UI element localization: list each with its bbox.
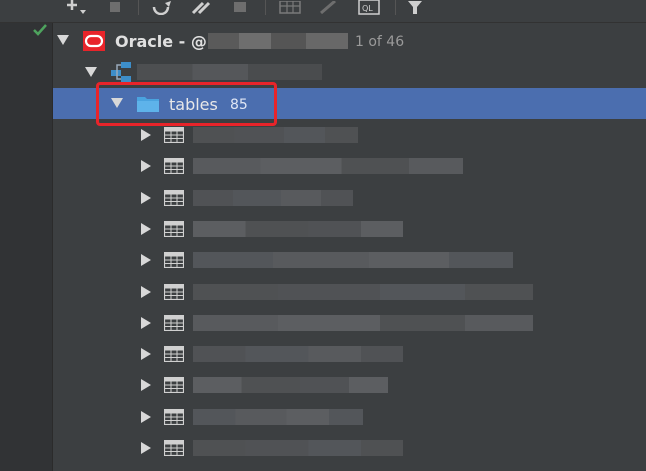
highlight-box: [96, 82, 277, 126]
table-row[interactable]: [53, 402, 646, 433]
table-row[interactable]: [53, 277, 646, 308]
redacted-table-name: [193, 127, 358, 143]
expand-arrow-icon[interactable]: [141, 410, 151, 423]
table-icon: [164, 314, 184, 331]
sql-console-icon[interactable]: QL: [356, 0, 382, 16]
redacted-table-name: [193, 314, 533, 331]
svg-text:QL: QL: [362, 4, 373, 13]
table-icon: [164, 220, 184, 237]
toolbar-separator: [265, 0, 266, 15]
table-icon: [164, 408, 184, 425]
table-row[interactable]: [53, 214, 646, 245]
duplicate-icon[interactable]: [104, 0, 124, 16]
redacted-schema-name: [137, 64, 322, 80]
stop-icon[interactable]: [230, 0, 250, 16]
table-icon: [164, 189, 184, 206]
schema-icon: [111, 62, 131, 82]
redacted-table-name: [193, 158, 463, 175]
expand-arrow-icon[interactable]: [141, 222, 151, 235]
table-row[interactable]: [53, 433, 646, 464]
redacted-table-name: [193, 283, 533, 300]
tree-node-connection[interactable]: Oracle - @ 1 of 46: [53, 25, 646, 56]
table-icon: [164, 127, 184, 143]
expand-arrow-icon[interactable]: [141, 191, 151, 204]
redacted-table-name: [193, 220, 403, 237]
oracle-icon: [83, 31, 105, 51]
expand-arrow-icon[interactable]: [141, 160, 151, 173]
table-icon: [164, 252, 184, 269]
table-row[interactable]: [53, 339, 646, 370]
schema-count: 1 of 46: [355, 34, 405, 50]
expand-arrow-icon[interactable]: [141, 316, 151, 329]
redacted-table-name: [193, 408, 363, 425]
expand-arrow-icon[interactable]: [141, 379, 151, 392]
toolbar-separator: [395, 0, 396, 15]
refresh-icon[interactable]: [150, 0, 172, 16]
table-icon: [164, 440, 184, 456]
left-gutter: [0, 23, 53, 471]
expand-arrow-icon[interactable]: [141, 442, 151, 454]
expand-arrow-icon[interactable]: [141, 254, 151, 267]
toolbar: QL: [0, 0, 646, 23]
expand-arrow-icon[interactable]: [141, 129, 151, 141]
redacted-table-name: [193, 252, 513, 269]
collapse-arrow-icon[interactable]: [85, 67, 97, 77]
edit-icon[interactable]: [316, 0, 340, 16]
table-row[interactable]: [53, 151, 646, 182]
expand-arrow-icon[interactable]: [141, 285, 151, 298]
redacted-table-name: [193, 440, 403, 456]
redacted-host: [208, 33, 348, 49]
redacted-table-name: [193, 377, 388, 394]
redacted-table-name: [193, 189, 353, 206]
collapse-arrow-icon[interactable]: [57, 35, 69, 45]
expand-arrow-icon[interactable]: [141, 348, 151, 361]
connection-name: Oracle - @: [115, 32, 207, 51]
settings-icon[interactable]: [188, 0, 214, 16]
table-row[interactable]: [53, 370, 646, 401]
add-icon[interactable]: [62, 0, 88, 16]
table-row[interactable]: [53, 245, 646, 276]
toolbar-separator: [138, 0, 139, 15]
table-row[interactable]: [53, 308, 646, 339]
table-icon: [164, 346, 184, 363]
table-view-icon[interactable]: [278, 0, 302, 16]
table-icon: [164, 283, 184, 300]
table-icon: [164, 158, 184, 175]
redacted-table-name: [193, 346, 403, 363]
table-row[interactable]: [53, 183, 646, 214]
checkmark-icon: [33, 24, 47, 36]
filter-icon[interactable]: [404, 0, 426, 16]
table-icon: [164, 377, 184, 394]
